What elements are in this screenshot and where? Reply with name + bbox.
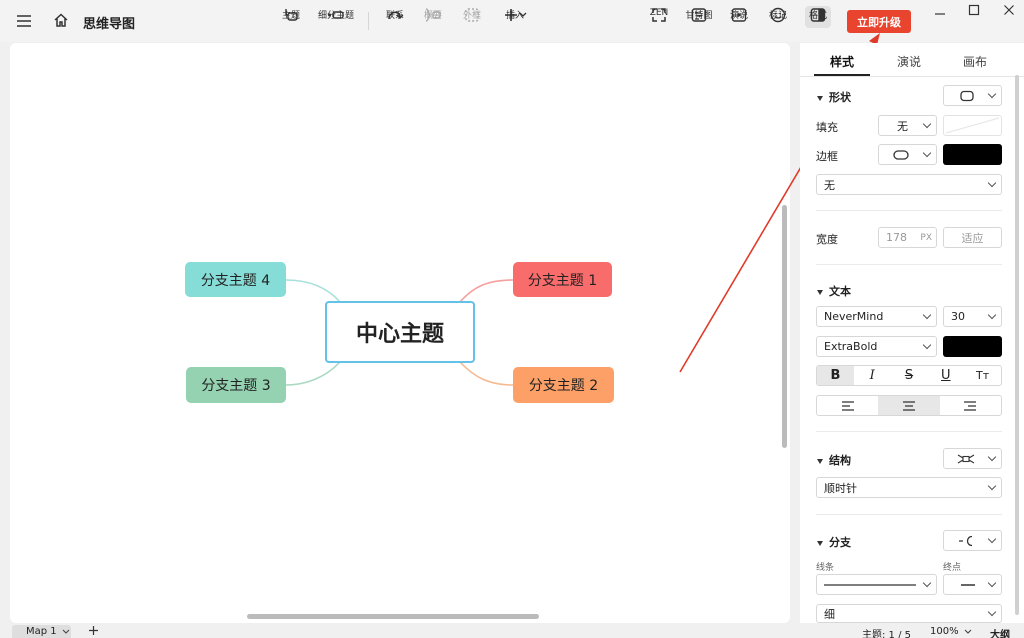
rounded-rect-icon [960, 90, 974, 101]
structure-direction-select[interactable]: 顺时针 [816, 477, 1002, 498]
collapse-triangle-icon [817, 540, 823, 546]
width-unit: PX [920, 232, 932, 243]
text-style-buttons: B I S U Tт [816, 365, 1002, 386]
structure-layout-select[interactable] [943, 448, 1002, 469]
align-left-icon[interactable] [817, 396, 878, 415]
strikethrough-button[interactable]: S [891, 366, 928, 385]
branch-curve-icon [959, 535, 973, 546]
sidebar-tabs: 样式 演说 画布 [800, 43, 1024, 77]
sidebar-scrollbar[interactable] [1015, 75, 1019, 615]
align-center-icon[interactable] [878, 396, 940, 415]
active-tab-underline [814, 74, 870, 76]
branch-section-title[interactable]: 分支 [817, 534, 851, 550]
end-line-icon [961, 583, 975, 586]
border-shape-icon [893, 149, 909, 160]
fill-select[interactable]: 无 [878, 115, 937, 136]
shape-section-title[interactable]: 形状 [817, 89, 851, 105]
width-input[interactable]: 178 PX [878, 227, 937, 248]
fill-label: 填充 [816, 121, 838, 134]
solid-line-icon [824, 583, 916, 586]
line-label: 线条 [816, 563, 835, 573]
border-label: 边框 [816, 150, 838, 163]
tab-pitch[interactable]: 演说 [897, 53, 921, 70]
tab-style[interactable]: 样式 [830, 53, 854, 70]
border-shape-select[interactable] [878, 144, 937, 165]
collapse-triangle-icon [817, 95, 823, 101]
underline-button[interactable]: U [927, 366, 964, 385]
text-section-title[interactable]: 文本 [817, 283, 851, 299]
text-color-swatch[interactable] [943, 336, 1002, 357]
status-bar: Map 1 主题: 1 / 5 100% 大纲 [0, 624, 1024, 638]
collapse-triangle-icon [817, 289, 823, 295]
width-label: 宽度 [816, 233, 838, 246]
sheet-chevron-icon [62, 629, 70, 634]
outline-button[interactable]: 大纲 [990, 626, 1010, 638]
border-color-swatch[interactable] [943, 144, 1002, 165]
shape-select[interactable] [943, 85, 1002, 106]
font-size-select[interactable]: 30 [943, 306, 1002, 327]
border-style-select[interactable]: 无 [816, 174, 1002, 195]
sheet-tab[interactable]: Map 1 [12, 625, 71, 638]
line-thickness-select[interactable]: 细 [816, 604, 1002, 623]
end-label: 终点 [943, 563, 962, 573]
fit-button[interactable]: 适应 [943, 227, 1002, 248]
align-right-icon[interactable] [940, 396, 1001, 415]
branch-style-select[interactable] [943, 530, 1002, 551]
zoom-chevron-icon [964, 629, 971, 634]
text-align-buttons [816, 395, 1002, 416]
line-style-select[interactable] [816, 574, 937, 595]
font-weight-select[interactable]: ExtraBold [816, 336, 937, 357]
fill-color-swatch[interactable] [943, 115, 1002, 136]
bold-button[interactable]: B [817, 366, 854, 385]
font-family-select[interactable]: NeverMind [816, 306, 937, 327]
end-style-select[interactable] [943, 574, 1002, 595]
add-sheet-icon[interactable] [88, 625, 99, 638]
text-case-button[interactable]: Tт [964, 366, 1001, 385]
italic-button[interactable]: I [854, 366, 891, 385]
structure-section-title[interactable]: 结构 [817, 452, 851, 468]
structure-icon [957, 454, 975, 463]
tab-canvas[interactable]: 画布 [963, 53, 987, 70]
topic-count: 主题: 1 / 5 [862, 630, 911, 638]
zoom-select[interactable]: 100% [930, 626, 972, 637]
collapse-triangle-icon [817, 458, 823, 464]
